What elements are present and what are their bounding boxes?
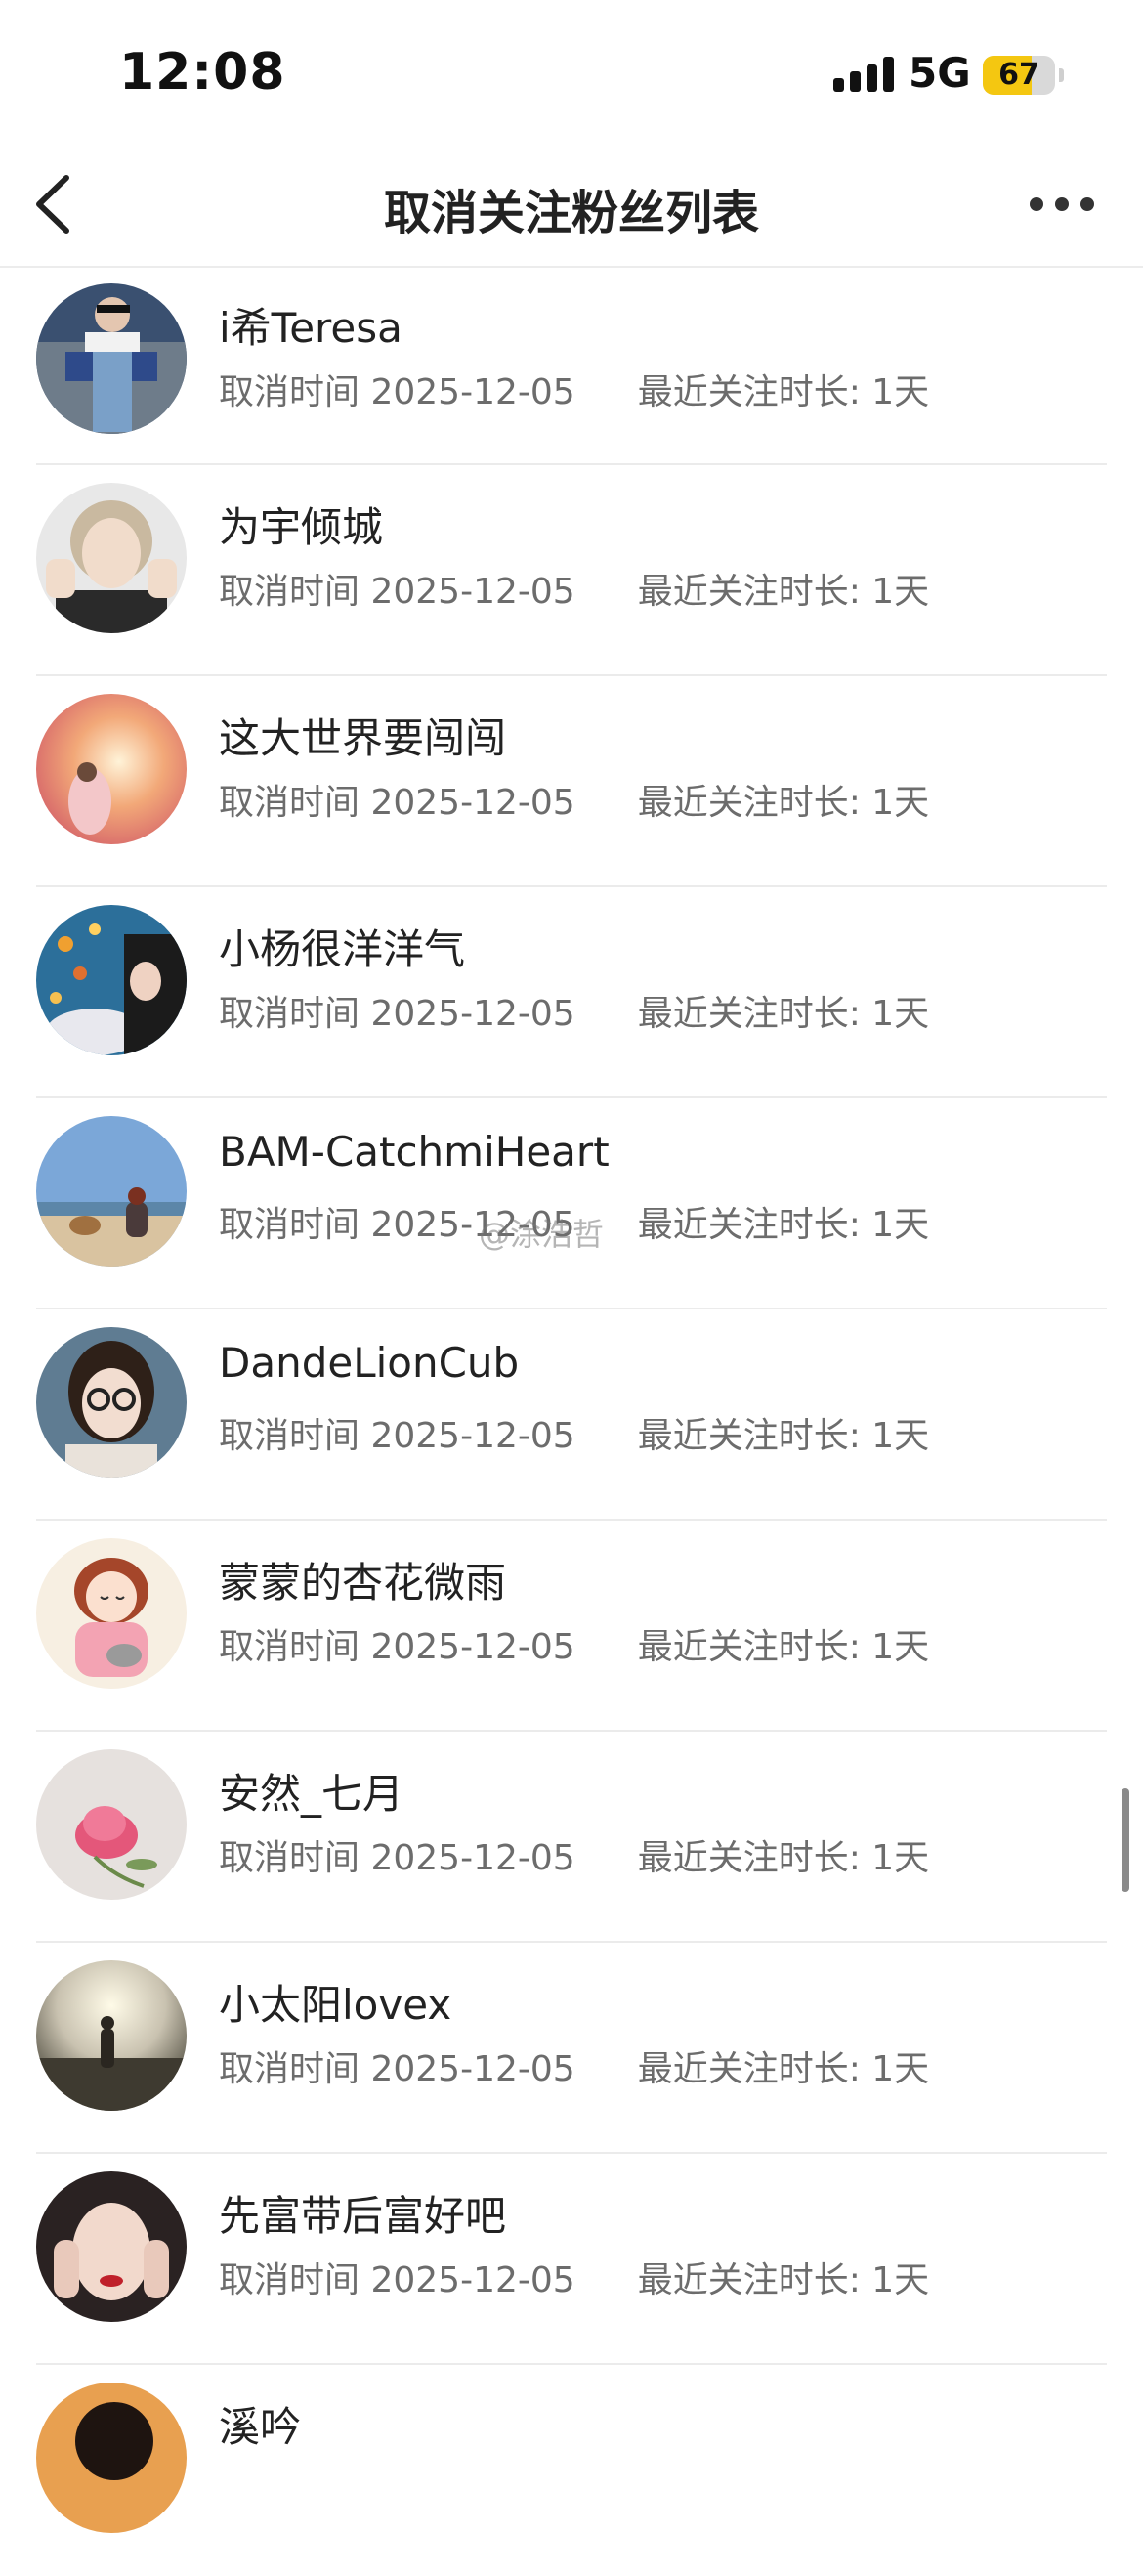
- list-item[interactable]: BAM-CatchmiHeart 取消时间 2025-12-05 最近关注时长: …: [36, 1098, 1107, 1309]
- list-item-meta: 取消时间 2025-12-05 最近关注时长: 1天: [219, 2049, 930, 2089]
- list-item-meta: 取消时间 2025-12-05 最近关注时长: 1天: [219, 372, 930, 412]
- user-name: 安然_七月: [219, 1770, 404, 1818]
- user-name: i希Teresa: [219, 304, 402, 352]
- list-item[interactable]: i希Teresa 取消时间 2025-12-05 最近关注时长: 1天: [36, 268, 1107, 465]
- scrollbar[interactable]: [1122, 1788, 1129, 1892]
- avatar[interactable]: [36, 1749, 187, 1900]
- nav-bar: 取消关注粉丝列表: [0, 147, 1143, 268]
- user-name: 溪吟: [219, 2403, 302, 2451]
- list-item[interactable]: 这大世界要闯闯 取消时间 2025-12-05 最近关注时长: 1天: [36, 676, 1107, 887]
- user-name: 为宇倾城: [219, 503, 384, 551]
- list-item-meta: 取消时间 2025-12-05 最近关注时长: 1天: [219, 2260, 930, 2300]
- watermark: @涂浩哲: [479, 1216, 605, 1253]
- list-item[interactable]: 安然_七月 取消时间 2025-12-05 最近关注时长: 1天: [36, 1732, 1107, 1943]
- user-name: 先富带后富好吧: [219, 2192, 507, 2240]
- page-title: 取消关注粉丝列表: [383, 186, 759, 240]
- list-item[interactable]: 先富带后富好吧 取消时间 2025-12-05 最近关注时长: 1天: [36, 2154, 1107, 2365]
- signal-icon: [833, 57, 894, 92]
- list-item-meta: 取消时间 2025-12-05 最近关注时长: 1天: [219, 994, 930, 1034]
- avatar[interactable]: [36, 905, 187, 1055]
- avatar[interactable]: [36, 283, 187, 434]
- list-item-meta: 取消时间 2025-12-05 最近关注时长: 1天: [219, 1416, 930, 1456]
- list-item[interactable]: 小太阳lovex 取消时间 2025-12-05 最近关注时长: 1天: [36, 1943, 1107, 2154]
- avatar[interactable]: [36, 1538, 187, 1689]
- user-name: 蒙蒙的杏花微雨: [219, 1559, 507, 1607]
- status-bar: 12:08 5G 67: [0, 0, 1143, 147]
- clock: 12:08: [119, 43, 286, 102]
- more-button[interactable]: [1026, 190, 1104, 219]
- user-name: DandeLionCub: [219, 1339, 520, 1387]
- avatar[interactable]: [36, 483, 187, 633]
- network-type: 5G: [909, 49, 971, 97]
- unfollow-list: i希Teresa 取消时间 2025-12-05 最近关注时长: 1天 为宇倾城 …: [0, 268, 1143, 2576]
- avatar[interactable]: [36, 1116, 187, 1267]
- battery-icon: 67: [983, 56, 1065, 95]
- list-item[interactable]: 小杨很洋洋气 取消时间 2025-12-05 最近关注时长: 1天: [36, 887, 1107, 1098]
- user-name: 小太阳lovex: [219, 1981, 452, 2029]
- battery-level: 67: [998, 58, 1039, 92]
- user-name: 这大世界要闯闯: [219, 714, 507, 762]
- list-item[interactable]: 溪吟: [36, 2365, 1107, 2576]
- list-item-meta: 取消时间 2025-12-05 最近关注时长: 1天: [219, 1627, 930, 1667]
- user-name: BAM-CatchmiHeart: [219, 1128, 610, 1176]
- user-name: 小杨很洋洋气: [219, 925, 466, 973]
- more-dots-icon: [1030, 197, 1043, 211]
- list-item-meta: 取消时间 2025-12-05 最近关注时长: 1天: [219, 1838, 930, 1878]
- avatar[interactable]: [36, 694, 187, 844]
- list-item[interactable]: 蒙蒙的杏花微雨 取消时间 2025-12-05 最近关注时长: 1天: [36, 1521, 1107, 1732]
- list-item-meta: 取消时间 2025-12-05 最近关注时长: 1天: [219, 572, 930, 612]
- avatar[interactable]: [36, 2171, 187, 2322]
- avatar[interactable]: [36, 1960, 187, 2111]
- list-item[interactable]: 为宇倾城 取消时间 2025-12-05 最近关注时长: 1天: [36, 465, 1107, 676]
- list-item[interactable]: DandeLionCub 取消时间 2025-12-05 最近关注时长: 1天: [36, 1309, 1107, 1521]
- list-item-meta: 取消时间 2025-12-05 最近关注时长: 1天: [219, 783, 930, 823]
- avatar[interactable]: [36, 2383, 187, 2533]
- avatar[interactable]: [36, 1327, 187, 1478]
